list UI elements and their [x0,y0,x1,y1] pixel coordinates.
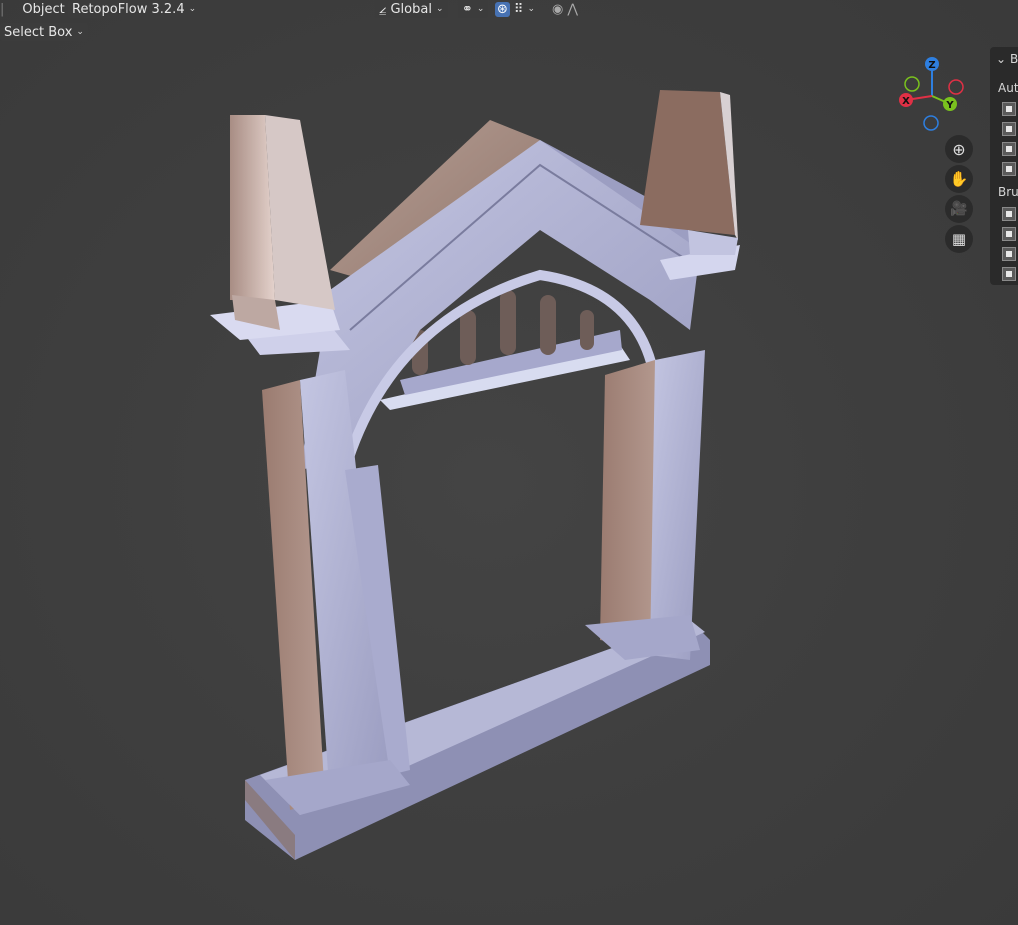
section-brush-label: Bru [998,185,1018,199]
select-mode-dropdown[interactable]: Select Box ⌄ [0,23,88,41]
chevron-down-icon: ⌄ [188,4,197,14]
option-checkbox-2[interactable] [1002,122,1016,136]
option-checkbox-3[interactable] [1002,142,1016,156]
chevron-down-icon: ⌄ [476,4,485,14]
grid-perspective-icon: ▦ [951,230,967,248]
retopoflow-label: RetopoFlow 3.2.4 [72,1,185,17]
snap-toggle[interactable]: ⊛ ⠿ ⌄ [495,0,535,18]
option-checkbox-1[interactable] [1002,102,1016,116]
x-axis-label: X [902,96,910,107]
orientation-label: Global [390,1,432,17]
neg-x-axis-icon[interactable] [948,79,964,95]
zoom-button[interactable]: ⊕ [945,135,973,163]
brush-checkbox-2[interactable] [1002,227,1016,241]
y-axis-label: Y [945,100,954,111]
perspective-button[interactable]: ▦ [945,225,973,253]
proportional-editing[interactable]: ◉ ⋀ [552,0,578,18]
chevron-down-icon: ⌄ [76,27,84,37]
object-menu[interactable]: | Object [0,0,65,18]
hand-icon: ✋ [949,170,969,188]
tool-settings-panel: ⌄ B Aut Bru [990,47,1018,285]
retopoflow-menu[interactable]: RetopoFlow 3.2.4 ⌄ [68,0,201,18]
proportional-icon: ◉ [552,1,564,17]
z-axis-label: Z [928,60,935,71]
3d-viewport[interactable]: | Object RetopoFlow 3.2.4 ⌄ ⦤ Global ⌄ ⚭… [0,0,1018,925]
navigation-gizmo[interactable]: Z Y X [894,54,970,134]
pan-button[interactable]: ✋ [945,165,973,193]
chevron-down-icon: ⌄ [435,4,444,14]
neg-y-axis-icon[interactable] [904,76,920,92]
brush-checkbox-1[interactable] [1002,207,1016,221]
neg-z-axis-icon[interactable] [923,115,939,131]
camera-button[interactable]: 🎥 [945,195,973,223]
snap-icon: ⊛ [495,1,510,17]
chevron-down-icon: ⌄ [527,4,535,14]
brush-checkbox-3[interactable] [1002,247,1016,261]
orientation-icon: ⦤ [379,1,387,17]
zoom-icon: ⊕ [952,139,966,159]
select-mode-label: Select Box [4,24,73,40]
panel-collapse-icon[interactable]: ⌄ [996,52,1006,66]
option-checkbox-4[interactable] [1002,162,1016,176]
pivot-dropdown[interactable]: ⚭ ⌄ [458,0,489,18]
arch-model [210,90,740,860]
transform-orientation-dropdown[interactable]: ⦤ Global ⌄ [375,0,448,18]
camera-icon: 🎥 [950,201,968,217]
pivot-icon: ⚭ [462,1,473,17]
panel-title: B [1010,52,1018,66]
falloff-icon: ⋀ [567,1,579,17]
object-menu-label: Object [22,1,65,17]
snap-grid-icon: ⠿ [513,1,524,17]
brush-checkbox-4[interactable] [1002,267,1016,281]
section-auto-label: Aut [998,81,1018,95]
